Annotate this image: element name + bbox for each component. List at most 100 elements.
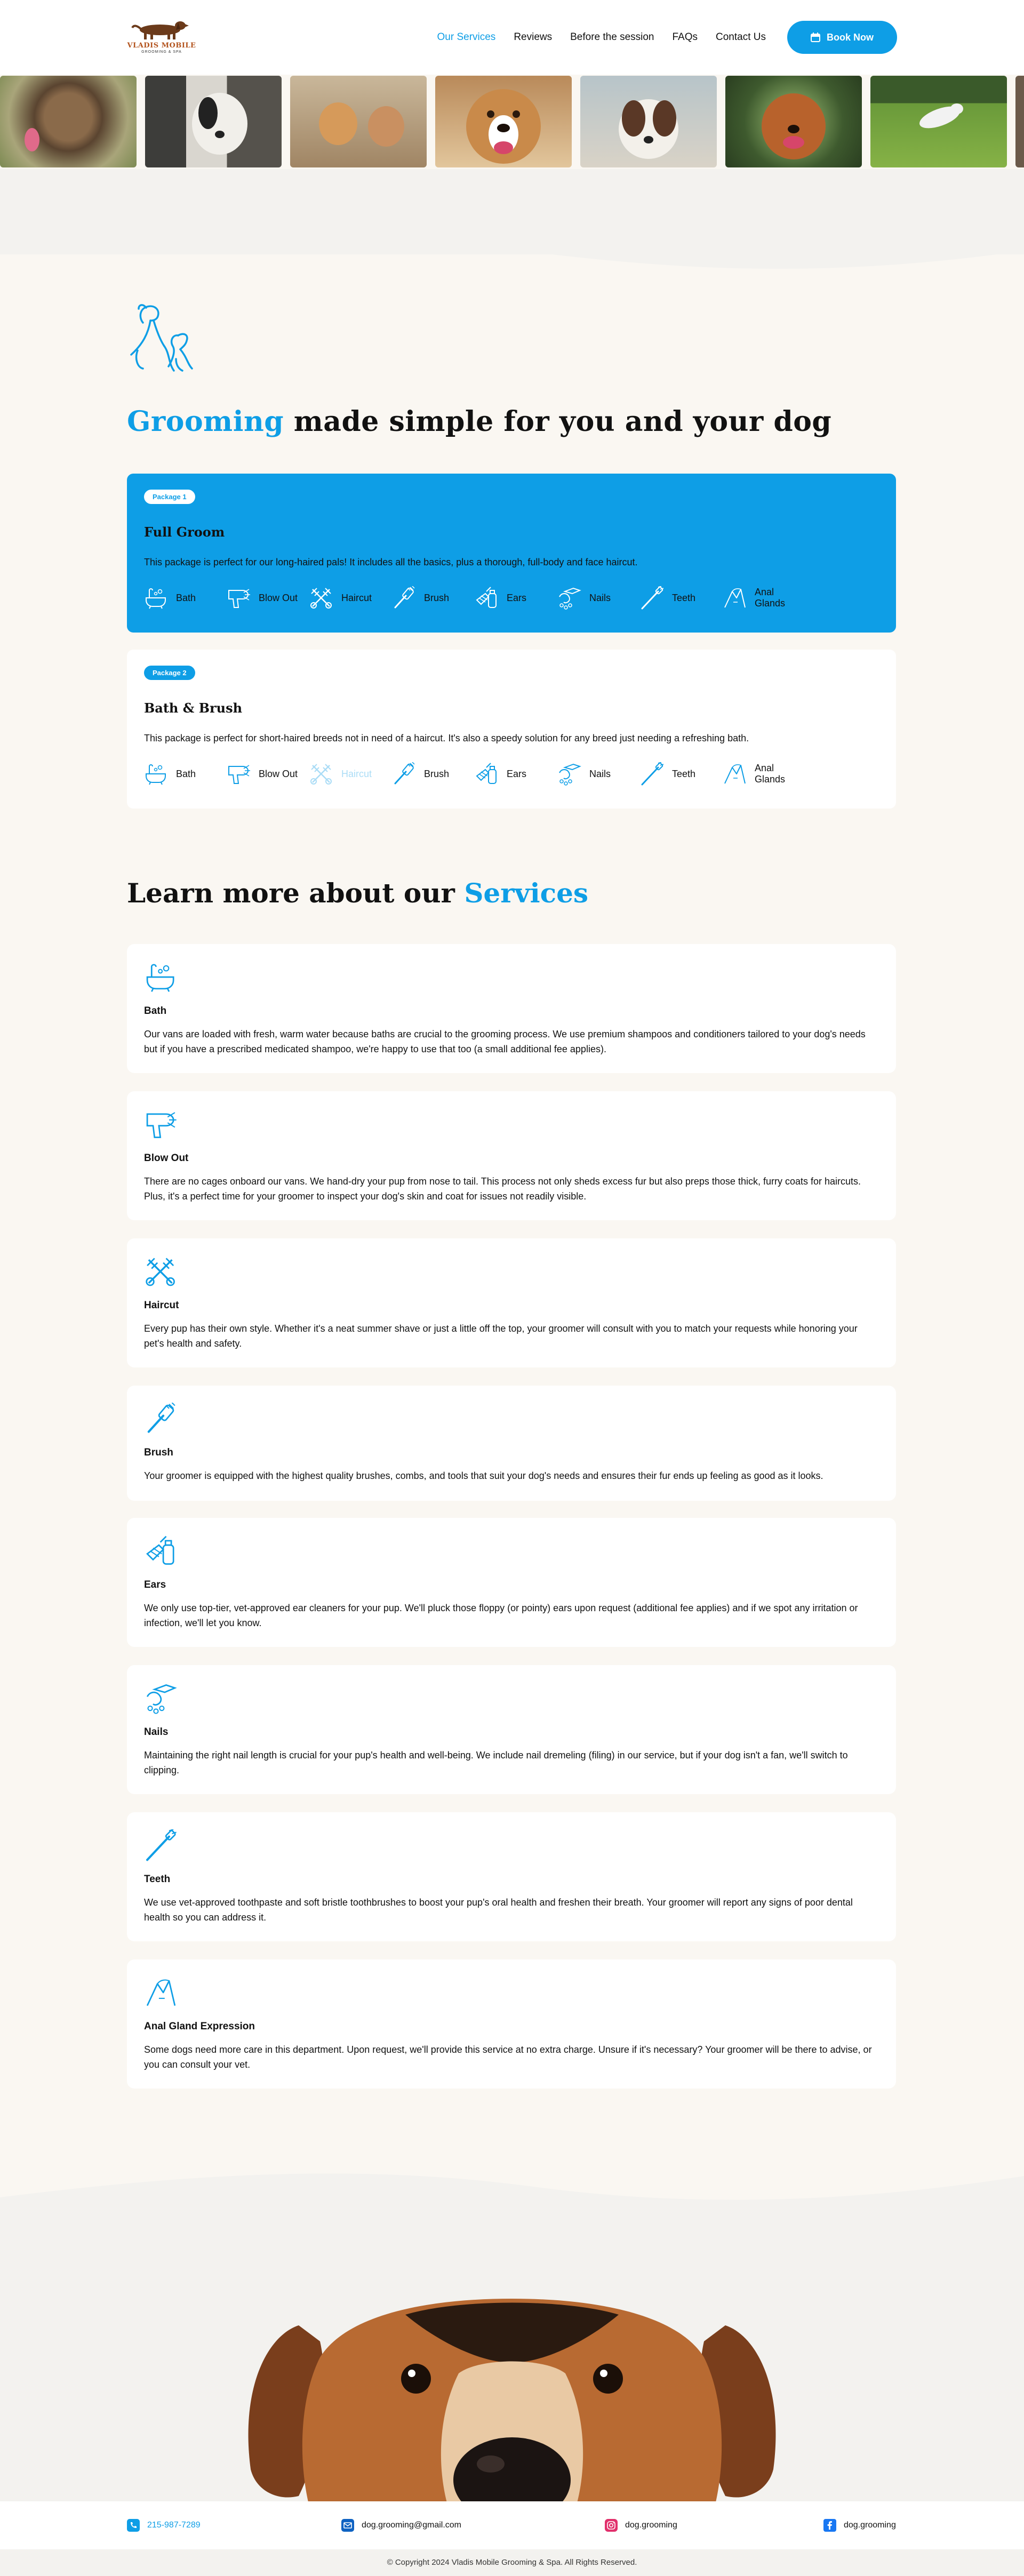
toothbrush-icon — [641, 762, 665, 786]
feature-nails: Nails — [557, 762, 640, 786]
dog-tail-icon — [724, 588, 746, 608]
dog-photo-4 — [435, 76, 572, 167]
footer-facebook[interactable]: dog.grooming — [823, 2519, 896, 2532]
hero-title: Grooming made simple for you and your do… — [127, 405, 831, 438]
package-title: Bath & Brush — [144, 700, 243, 716]
nav-faqs[interactable]: FAQs — [673, 31, 698, 43]
feature-label: Brush — [424, 768, 450, 779]
package-features: Bath Blow Out Haircut Brush Ears Nails T… — [144, 586, 879, 610]
dog-photo-5 — [580, 76, 717, 167]
service-name: Blow Out — [144, 1153, 189, 1164]
package-card-bath-brush[interactable]: Package 2 Bath & Brush This package is p… — [127, 650, 896, 809]
book-now-button[interactable]: Book Now — [787, 21, 897, 54]
service-name: Ears — [144, 1579, 166, 1590]
package-badge: Package 2 — [144, 666, 195, 680]
dog-photo-1 — [0, 76, 137, 167]
feature-label: Nails — [589, 768, 611, 779]
package-card-full-groom[interactable]: Package 1 Full Groom This package is per… — [127, 474, 896, 633]
footer-email-text: dog.grooming@gmail.com — [362, 2521, 461, 2530]
nail-clipper-icon — [559, 764, 580, 786]
feature-label: Nails — [589, 592, 611, 603]
footer-email[interactable]: dog.grooming@gmail.com — [341, 2519, 461, 2532]
service-name: Brush — [144, 1447, 173, 1458]
services-title-lead: Learn more about our — [127, 877, 465, 909]
nav-our-services[interactable]: Our Services — [437, 31, 496, 43]
top-wave — [0, 224, 1024, 269]
ear-cleaner-icon — [476, 587, 497, 608]
scissors-icon — [310, 763, 332, 785]
feature-label: Teeth — [672, 592, 696, 603]
feature-anal-glands: Anal Glands — [723, 586, 805, 610]
service-desc: Our vans are loaded with fresh, warm wat… — [144, 1029, 866, 1054]
package-badge: Package 1 — [144, 490, 195, 504]
dog-photo-7 — [870, 76, 1007, 167]
dog-tail-icon — [146, 1979, 176, 2006]
service-card-bath: Bath Our vans are loaded with fresh, war… — [127, 944, 896, 1073]
feature-teeth: Teeth — [640, 586, 723, 610]
dachshund-logo-icon — [131, 21, 189, 39]
package-title: Full Groom — [144, 524, 225, 540]
services-title-accent: Services — [464, 877, 589, 909]
feature-label: Anal Glands — [755, 587, 786, 609]
nav-before-session[interactable]: Before the session — [570, 31, 654, 43]
service-desc: We use vet-approved toothpaste and soft … — [144, 1897, 853, 1923]
scissors-icon — [310, 587, 332, 609]
service-name: Bath — [144, 1005, 167, 1017]
nav-reviews[interactable]: Reviews — [514, 31, 552, 43]
nav-contact-us[interactable]: Contact Us — [716, 31, 766, 43]
blow-dryer-icon — [228, 589, 251, 608]
feature-label: Ears — [507, 768, 527, 779]
hero-title-accent: Grooming — [127, 405, 284, 438]
feature-teeth: Teeth — [640, 762, 723, 786]
service-desc: We only use top-tier, vet-approved ear c… — [144, 1603, 858, 1628]
service-name: Nails — [144, 1726, 169, 1738]
blow-dryer-icon — [146, 1111, 177, 1138]
service-name: Anal Gland Expression — [144, 2021, 255, 2032]
bath-icon — [146, 964, 174, 993]
feature-label: Blow Out — [259, 768, 298, 779]
service-card-teeth: Teeth We use vet-approved toothpaste and… — [127, 1812, 896, 1941]
package-features: Bath Blow Out Haircut Brush Ears Nails T… — [144, 762, 879, 786]
hero-title-rest: made simple for you and your dog — [284, 405, 832, 438]
feature-label: Teeth — [672, 768, 696, 779]
nail-clipper-icon — [146, 1684, 176, 1715]
scissors-icon — [146, 1257, 175, 1286]
copyright: © Copyright 2024 Vladis Mobile Grooming … — [0, 2549, 1024, 2576]
dog-photo-8 — [1015, 76, 1024, 167]
feature-label: Brush — [424, 592, 450, 603]
main-nav: Our Services Reviews Before the session … — [437, 20, 897, 54]
brand-logo[interactable]: VLADIS MOBILE GROOMING & SPA — [127, 16, 196, 59]
mail-icon — [341, 2519, 354, 2532]
dog-photo-6 — [725, 76, 862, 167]
toothbrush-icon — [641, 586, 665, 610]
footer-facebook-text: dog.grooming — [844, 2521, 896, 2530]
service-desc: There are no cages onboard our vans. We … — [144, 1176, 861, 1202]
service-card-blow-out: Blow Out There are no cages onboard our … — [127, 1091, 896, 1220]
feature-bath: Bath — [144, 586, 227, 610]
feature-label: Blow Out — [259, 592, 298, 603]
dog-photo-3 — [290, 76, 427, 167]
calendar-icon — [811, 33, 820, 42]
ear-cleaner-icon — [476, 763, 497, 784]
feature-label: Bath — [176, 592, 196, 603]
footer-phone[interactable]: 215-987-7289 — [127, 2519, 201, 2532]
feature-brush: Brush — [392, 586, 475, 610]
footer-instagram-text: dog.grooming — [625, 2521, 677, 2530]
bottom-wave — [0, 2173, 1024, 2229]
feature-ears: Ears — [475, 762, 557, 786]
service-desc: Your groomer is equipped with the highes… — [144, 1470, 823, 1481]
phone-icon — [127, 2519, 140, 2532]
service-desc: Maintaining the right nail length is cru… — [144, 1750, 848, 1775]
footer-instagram[interactable]: dog.grooming — [605, 2519, 677, 2532]
dog-photo-2 — [145, 76, 282, 167]
dog-tail-icon — [724, 764, 746, 784]
package-desc: This package is perfect for our long-hai… — [144, 557, 638, 567]
feature-anal-glands: Anal Glands — [723, 762, 805, 786]
blow-dryer-icon — [228, 765, 251, 784]
feature-bath: Bath — [144, 762, 227, 786]
service-card-haircut: Haircut Every pup has their own style. W… — [127, 1238, 896, 1367]
feature-haircut: Haircut — [309, 586, 392, 610]
service-desc: Some dogs need more care in this departm… — [144, 2044, 872, 2070]
site-header: VLADIS MOBILE GROOMING & SPA Our Service… — [0, 0, 1024, 75]
feature-ears: Ears — [475, 586, 557, 610]
